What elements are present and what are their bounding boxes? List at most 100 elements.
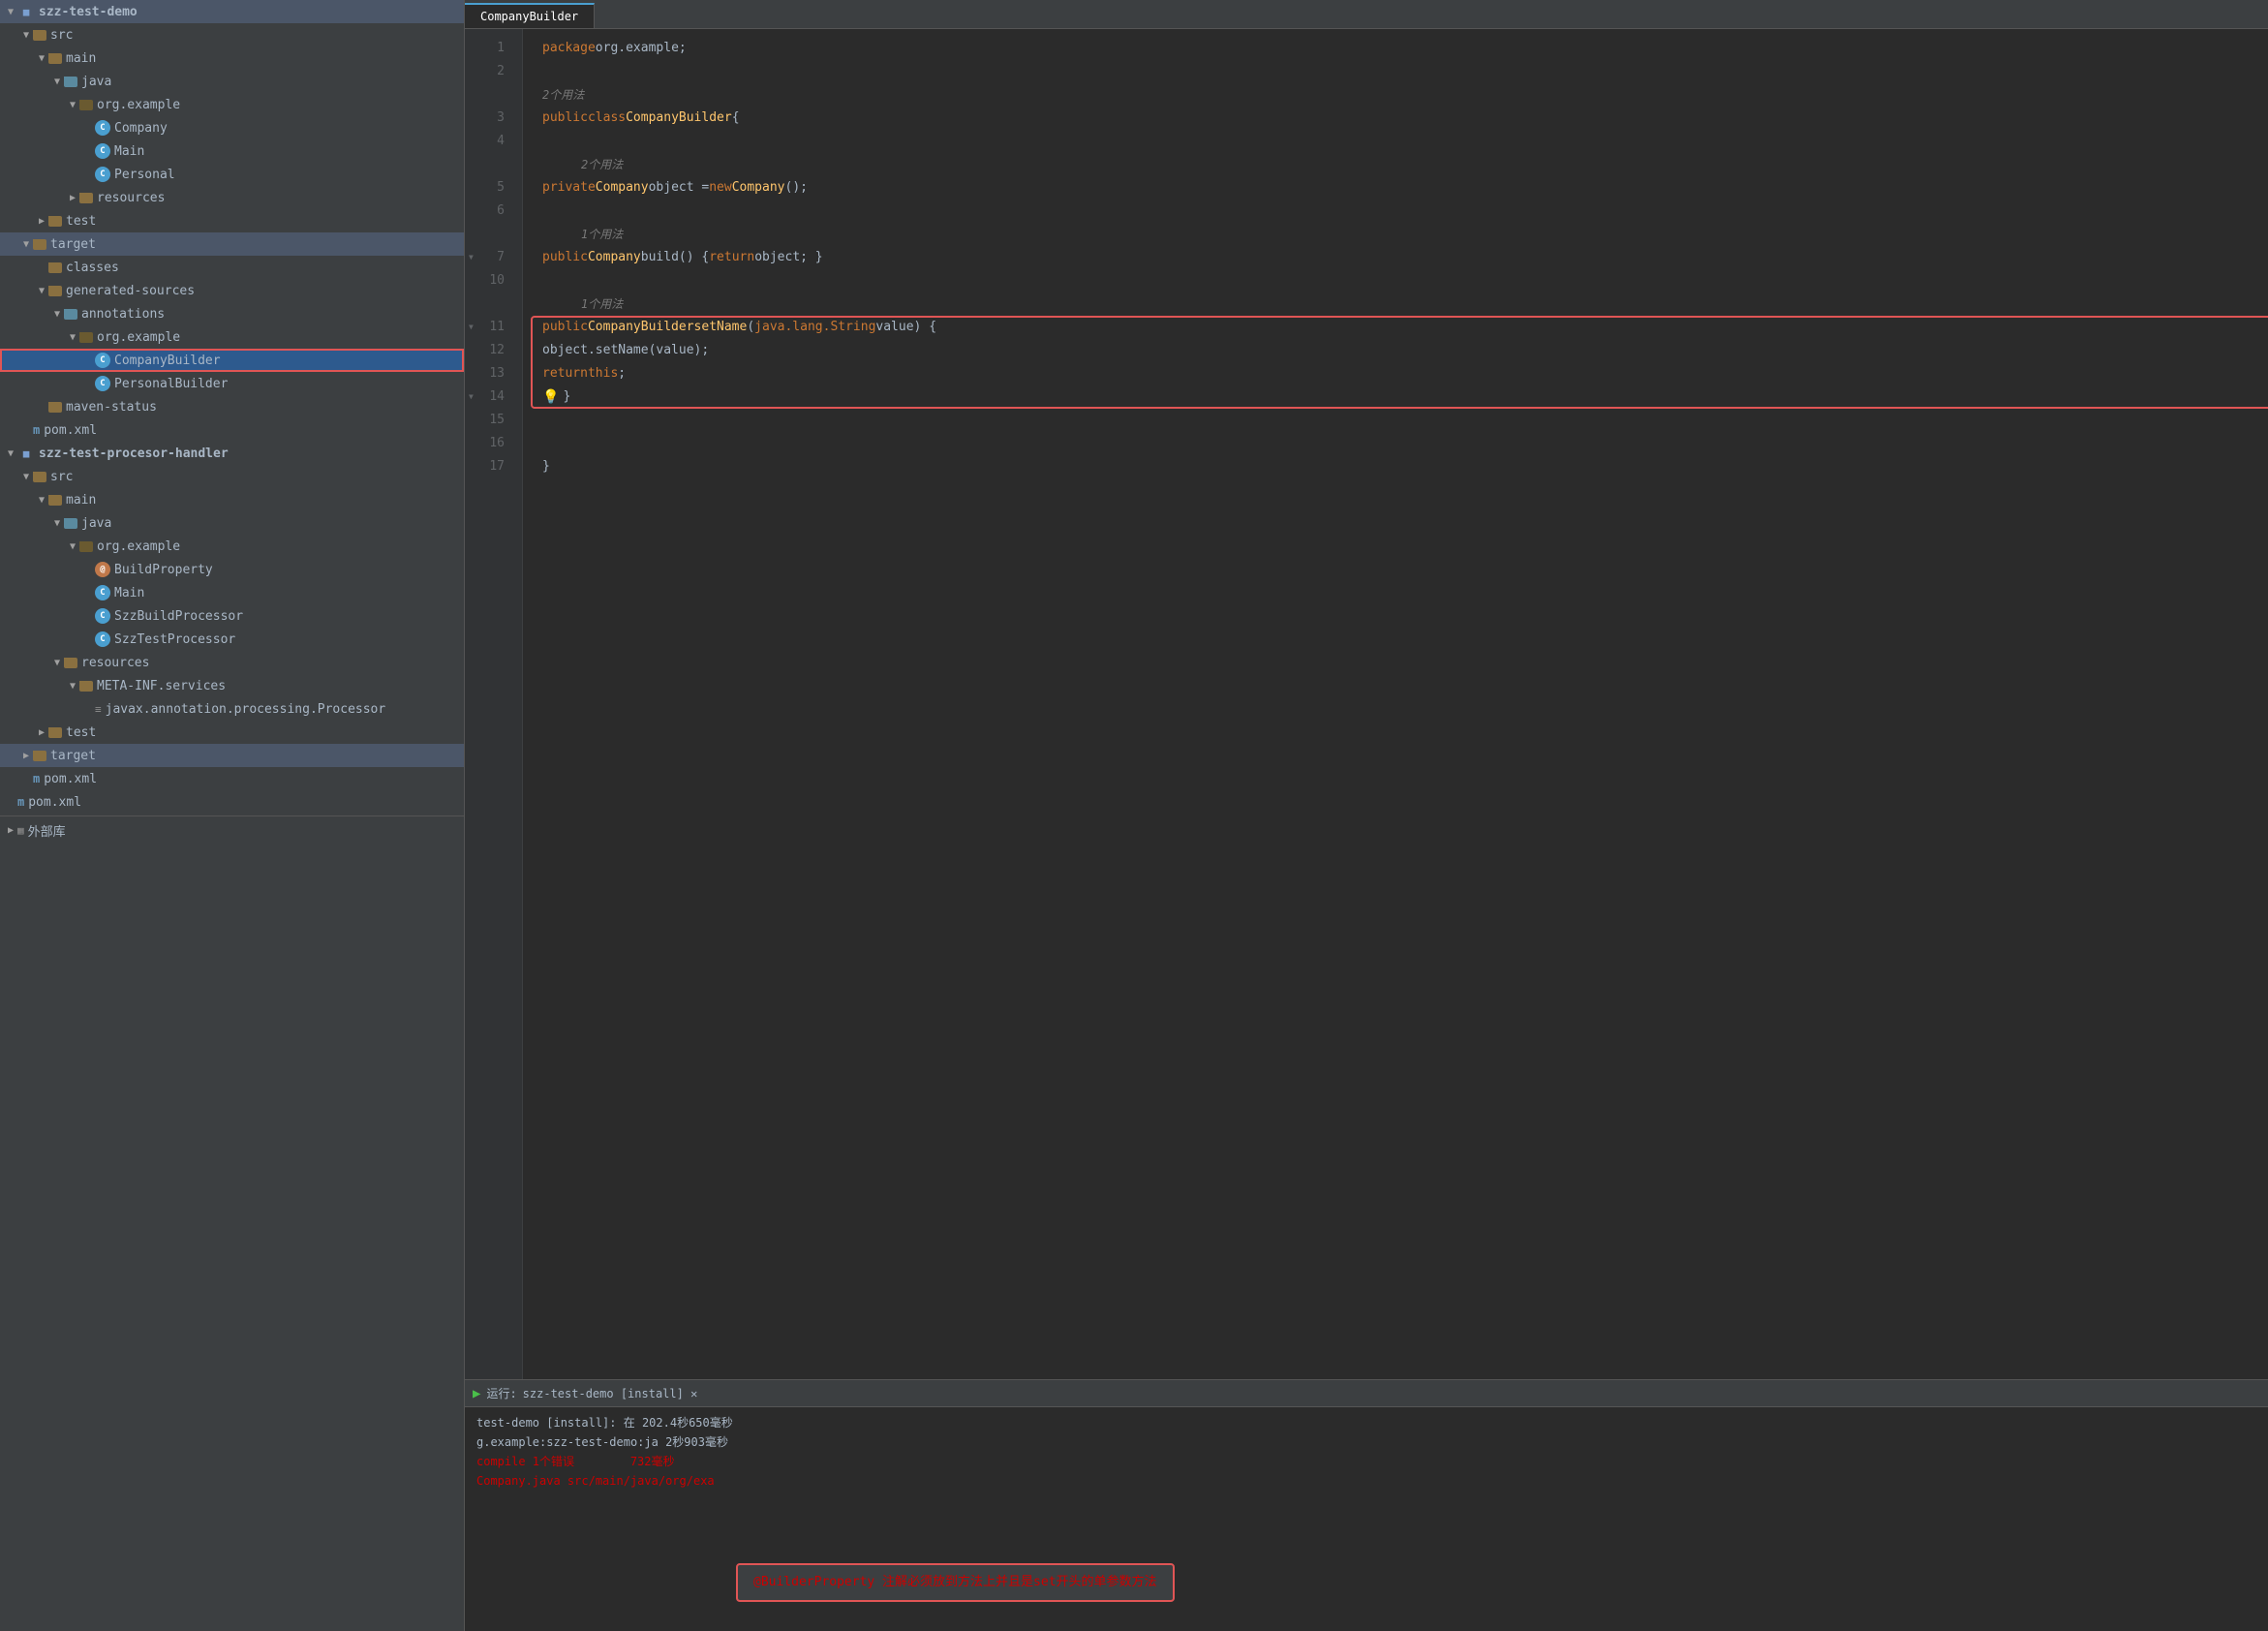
class-icon: C — [95, 608, 110, 624]
tree-pom-root[interactable]: m pom.xml — [0, 790, 464, 814]
tree-personal-builder[interactable]: C PersonalBuilder — [0, 372, 464, 395]
highlighted-block-wrapper: public CompanyBuilder setName(java.lang.… — [538, 316, 2268, 409]
tree-src2[interactable]: src — [0, 465, 464, 488]
tree-src[interactable]: src — [0, 23, 464, 46]
tree-main2-class[interactable]: C Main — [0, 581, 464, 604]
token: } — [563, 385, 570, 409]
tree-pom-demo[interactable]: m pom.xml — [0, 418, 464, 442]
code-line-11: public CompanyBuilder setName(java.lang.… — [538, 316, 2268, 339]
arrow-icon — [35, 495, 48, 506]
tree-java[interactable]: java — [0, 70, 464, 93]
tree-company[interactable]: C Company — [0, 116, 464, 139]
tree-test[interactable]: test — [0, 209, 464, 232]
tree-target2[interactable]: target — [0, 744, 464, 767]
tree-maven-status[interactable]: maven-status — [0, 395, 464, 418]
code-line-12: object.setName(value); — [538, 339, 2268, 362]
tree-classes[interactable]: classes — [0, 256, 464, 279]
code-content[interactable]: package org.example; 2个用法 public class C… — [523, 29, 2268, 1379]
token: private — [542, 176, 596, 200]
ln-2: 2 — [465, 60, 514, 83]
folder-icon — [64, 77, 77, 87]
project-label: szz-test-procesor-handler — [39, 446, 229, 461]
usage-hint: 2个用法 — [542, 83, 584, 107]
tree-main-class[interactable]: C Main — [0, 139, 464, 163]
project-icon: ■ — [17, 4, 35, 19]
usage-hint: 1个用法 — [581, 292, 623, 316]
token: public — [542, 107, 588, 130]
token: build() { — [641, 246, 709, 269]
tree-meta-inf[interactable]: META-INF.services — [0, 674, 464, 697]
console-text: g.example:szz-test-demo:ja 2秒903毫秒 — [476, 1432, 728, 1452]
error-tooltip-text: @BuilderProperty 注解必须放到方法上并且是set开头的单参数方法 — [753, 1575, 1157, 1589]
arrow-icon — [66, 681, 79, 692]
ln-15: 15 — [465, 409, 514, 432]
play-button[interactable]: ▶ — [473, 1386, 480, 1401]
class-icon: C — [95, 631, 110, 647]
tree-company-builder[interactable]: C CompanyBuilder — [0, 349, 464, 372]
tree-java2[interactable]: java — [0, 511, 464, 535]
class-icon: C — [95, 143, 110, 159]
token: return — [709, 246, 754, 269]
class-label: Main — [114, 586, 144, 600]
tree-external-libs[interactable]: ▦ 外部库 — [0, 818, 464, 842]
arrow-icon — [19, 751, 33, 761]
tree-org-example2[interactable]: org.example — [0, 325, 464, 349]
folder-label: main — [66, 51, 96, 66]
token: (); — [785, 176, 808, 200]
tree-main2[interactable]: main — [0, 488, 464, 511]
folder-label: META-INF.services — [97, 679, 226, 693]
tree-org-example[interactable]: org.example — [0, 93, 464, 116]
pom-icon: m — [33, 423, 40, 437]
tree-main[interactable]: main — [0, 46, 464, 70]
folder-label: maven-status — [66, 400, 157, 415]
tree-annotations[interactable]: annotations — [0, 302, 464, 325]
class-icon: @ — [95, 562, 110, 577]
class-icon: C — [95, 167, 110, 182]
tree-test2[interactable]: test — [0, 721, 464, 744]
project-szz-test-demo[interactable]: ■ szz-test-demo — [0, 0, 464, 23]
code-line-17: } — [538, 455, 2268, 478]
file-icon: ≡ — [95, 703, 102, 716]
console-area[interactable]: test-demo [install]: 在 202.4秒650毫秒 g.exa… — [465, 1407, 2268, 1631]
folder-icon — [64, 309, 77, 320]
run-bar: ▶ 运行: szz-test-demo [install] ✕ — [465, 1380, 2268, 1407]
arrow-icon — [19, 472, 33, 482]
project-label: szz-test-demo — [39, 5, 138, 19]
arrow-icon — [4, 448, 17, 459]
close-icon[interactable]: ✕ — [690, 1387, 697, 1400]
token: ; — [618, 362, 626, 385]
console-text: compile 1个错误 732毫秒 — [476, 1452, 675, 1471]
arrow-icon — [50, 658, 64, 668]
error-tooltip: @BuilderProperty 注解必须放到方法上并且是set开头的单参数方法 — [736, 1563, 1175, 1602]
tree-org-example3[interactable]: org.example — [0, 535, 464, 558]
ln-16: 16 — [465, 432, 514, 455]
arrow-icon — [19, 30, 33, 41]
editor-area: CompanyBuilder 1 2 3 4 5 6 7 10 11 12 13 — [465, 0, 2268, 1631]
tree-resources[interactable]: resources — [0, 186, 464, 209]
folder-icon — [48, 495, 62, 506]
tree-personal[interactable]: C Personal — [0, 163, 464, 186]
tree-szz-test-processor[interactable]: C SzzTestProcessor — [0, 628, 464, 651]
code-line-2 — [538, 60, 2268, 83]
code-line-3: public class CompanyBuilder { — [538, 107, 2268, 130]
tab-company-builder[interactable]: CompanyBuilder — [465, 3, 595, 28]
package-label: org.example — [97, 98, 180, 112]
arrow-icon — [50, 309, 64, 320]
bulb-icon: 💡 — [542, 385, 559, 409]
token: return — [542, 362, 588, 385]
token: java.lang.String — [754, 316, 875, 339]
tree-build-property[interactable]: @ BuildProperty — [0, 558, 464, 581]
tree-resources2[interactable]: resources — [0, 651, 464, 674]
run-label: 运行: — [486, 1385, 516, 1401]
run-tab[interactable]: szz-test-demo [install] ✕ — [523, 1387, 698, 1400]
token: object; } — [754, 246, 822, 269]
tree-target[interactable]: target — [0, 232, 464, 256]
code-editor: 1 2 3 4 5 6 7 10 11 12 13 14 15 16 17 — [465, 29, 2268, 1379]
tree-szz-build-processor[interactable]: C SzzBuildProcessor — [0, 604, 464, 628]
tree-javax-processor[interactable]: ≡ javax.annotation.processing.Processor — [0, 697, 464, 721]
code-line-6 — [538, 200, 2268, 223]
tree-pom-handler[interactable]: m pom.xml — [0, 767, 464, 790]
project-szz-handler[interactable]: ■ szz-test-procesor-handler — [0, 442, 464, 465]
token: package — [542, 37, 596, 60]
tree-generated[interactable]: generated-sources — [0, 279, 464, 302]
